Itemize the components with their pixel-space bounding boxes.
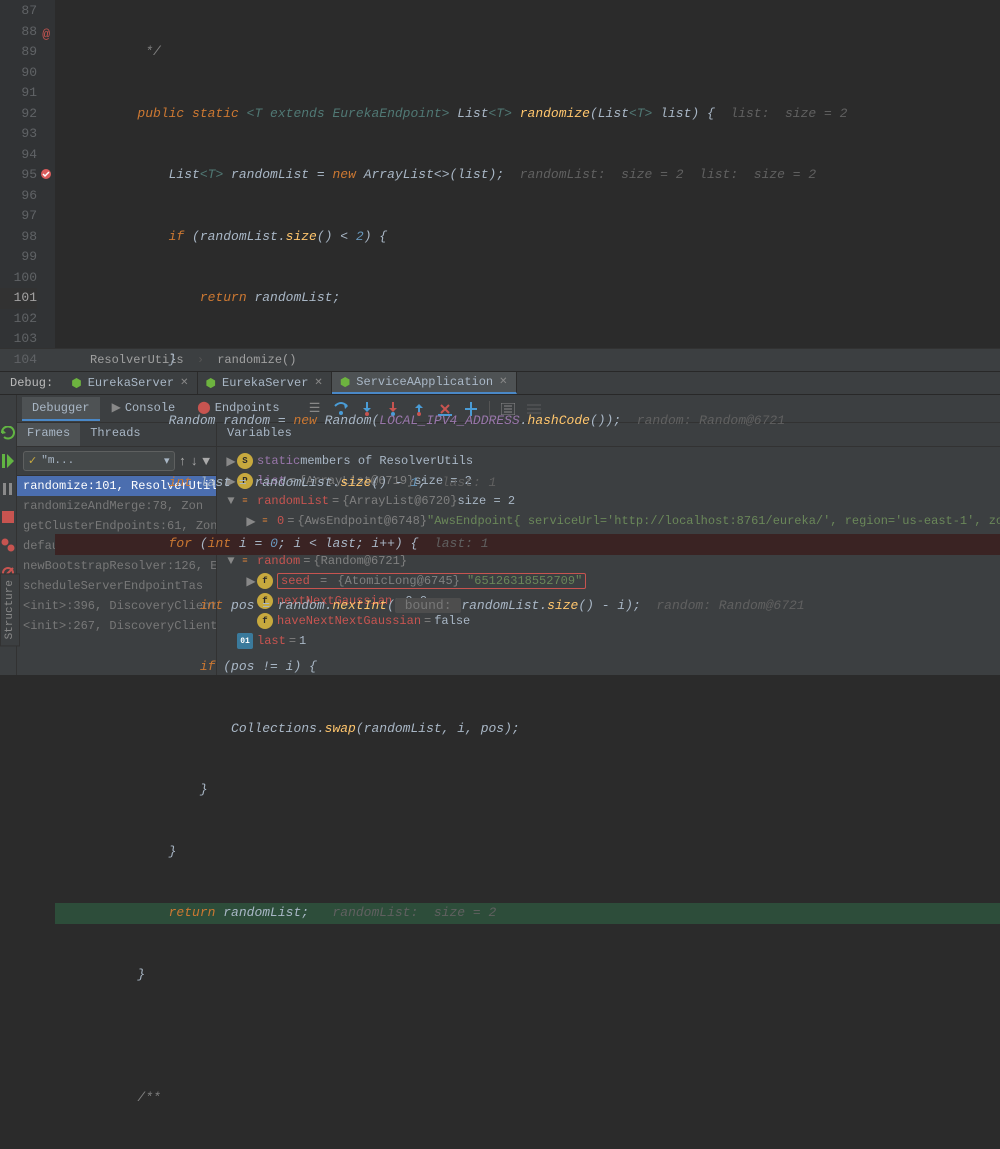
line-number: 100 xyxy=(0,268,37,289)
line-number: 104 xyxy=(0,350,37,371)
breakpoint-icon[interactable] xyxy=(40,168,50,178)
line-number[interactable]: 95 xyxy=(0,165,37,186)
line-number: 103 xyxy=(0,329,37,350)
line-number: 92 xyxy=(0,104,37,125)
line-number: 101 xyxy=(0,288,37,309)
line-number: 99 xyxy=(0,247,37,268)
line-number: 98 xyxy=(0,227,37,248)
rerun-button[interactable] xyxy=(0,425,16,441)
code-editor[interactable]: 87 88@ 89 90 91 92 93 94 95 96 97 98 99 … xyxy=(0,0,1000,348)
line-number: 102 xyxy=(0,309,37,330)
line-gutter: 87 88@ 89 90 91 92 93 94 95 96 97 98 99 … xyxy=(0,0,55,348)
debug-label: Debug: xyxy=(0,376,63,390)
line-number: 89 xyxy=(0,42,37,63)
line-number: 96 xyxy=(0,186,37,207)
pause-button[interactable] xyxy=(0,481,16,497)
view-breakpoints-button[interactable] xyxy=(0,537,16,553)
change-mark-icon: @ xyxy=(40,25,50,35)
trace-button[interactable] xyxy=(526,401,542,417)
line-number: 97 xyxy=(0,206,37,227)
line-number: 90 xyxy=(0,63,37,84)
line-number: 87 xyxy=(0,1,37,22)
line-number: 91 xyxy=(0,83,37,104)
structure-toolwindow-tab[interactable]: Structure xyxy=(0,573,20,646)
line-number: 88@ xyxy=(0,22,37,43)
code-area[interactable]: */ public static <T extends EurekaEndpoi… xyxy=(55,0,1000,348)
line-number: 94 xyxy=(0,145,37,166)
stop-button[interactable] xyxy=(0,509,16,525)
line-number: 93 xyxy=(0,124,37,145)
resume-button[interactable] xyxy=(0,453,16,469)
